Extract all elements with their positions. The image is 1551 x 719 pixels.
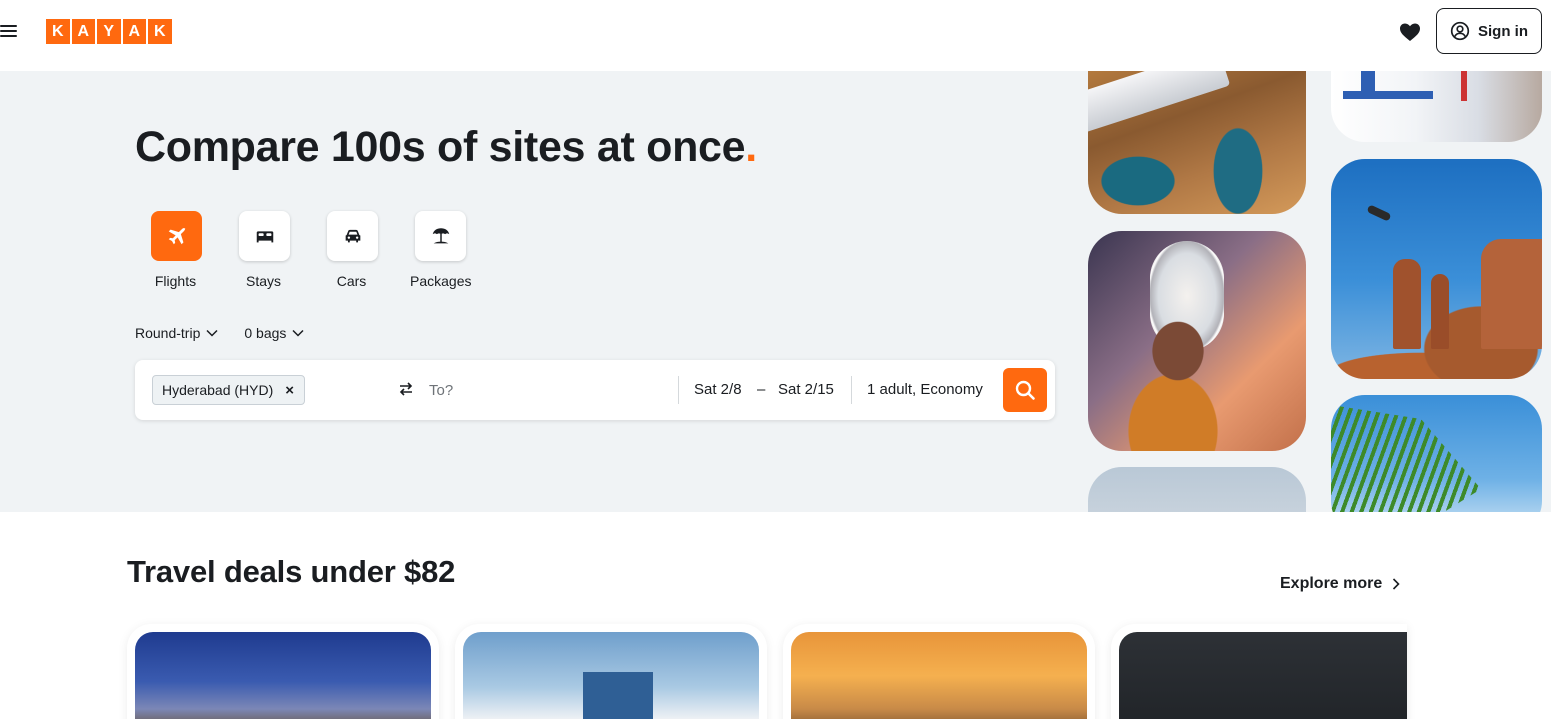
explore-more-label: Explore more	[1280, 575, 1383, 592]
beach-umbrella-icon	[415, 211, 466, 261]
kayak-logo[interactable]: K A Y A K	[46, 19, 172, 44]
tab-stays[interactable]: Stays	[238, 211, 326, 289]
desert-rock-formations-photo	[1331, 159, 1542, 379]
depart-date-field[interactable]: Sat 2/8	[694, 381, 742, 398]
travelers-cabin-field[interactable]: 1 adult, Economy	[867, 381, 983, 398]
tab-packages[interactable]: Packages	[410, 211, 502, 289]
tab-label: Stays	[245, 273, 281, 289]
sky-photo	[1088, 467, 1306, 512]
date-separator: –	[757, 381, 766, 398]
deal-card[interactable]	[455, 624, 767, 719]
flight-search-form: Hyderabad (HYD) × Sat 2/8 – Sat 2/15 1 a…	[135, 360, 1055, 420]
bags-value: 0 bags	[244, 325, 287, 341]
child-at-airplane-window-photo	[1088, 231, 1306, 451]
logo-letter: K	[148, 19, 172, 44]
divider	[851, 376, 852, 404]
sunset-hills-photo	[791, 632, 1087, 719]
destination-input[interactable]	[429, 375, 669, 405]
deals-heading: Travel deals under $82	[127, 554, 456, 589]
title-accent-dot: .	[745, 123, 757, 171]
car-icon	[327, 211, 378, 261]
airplane-wing-river-photo	[1088, 71, 1306, 214]
deal-card[interactable]	[783, 624, 1095, 719]
trip-type-value: Round-trip	[135, 325, 201, 341]
city-skyline-photo	[135, 632, 431, 719]
bags-dropdown[interactable]: 0 bags	[244, 325, 304, 341]
tab-cars[interactable]: Cars	[326, 211, 414, 289]
tab-label: Flights	[154, 273, 197, 289]
search-icon	[1015, 380, 1035, 400]
trip-options: Round-trip 0 bags	[135, 325, 304, 341]
deal-card[interactable]	[1111, 624, 1407, 719]
chevron-down-icon	[206, 329, 218, 337]
heart-icon[interactable]	[1398, 20, 1422, 44]
sign-in-button[interactable]: Sign in	[1436, 8, 1542, 54]
vertical-tabs: Flights Stays Cars Packages	[150, 211, 502, 289]
hero-title: Compare 100s of sites at once.	[135, 123, 757, 171]
swap-icon[interactable]	[397, 380, 415, 398]
divider	[678, 376, 679, 404]
remove-origin-button[interactable]: ×	[285, 382, 294, 399]
logo-letter: A	[122, 19, 146, 44]
bed-icon	[239, 211, 290, 261]
dark-promo-photo	[1119, 632, 1407, 719]
trip-type-dropdown[interactable]: Round-trip	[135, 325, 218, 341]
palm-leaf-sky-photo	[1331, 395, 1542, 512]
return-date-field[interactable]: Sat 2/15	[778, 381, 834, 398]
search-button[interactable]	[1003, 368, 1047, 412]
sign-in-label: Sign in	[1478, 22, 1528, 40]
origin-value: Hyderabad (HYD)	[162, 382, 274, 398]
white-houses-street-photo	[1331, 71, 1542, 142]
top-header: K A Y A K Sign in	[0, 0, 1551, 71]
hamburger-menu-icon[interactable]	[0, 22, 20, 40]
logo-letter: A	[71, 19, 95, 44]
origin-chip[interactable]: Hyderabad (HYD) ×	[152, 375, 306, 405]
logo-letter: K	[46, 19, 70, 44]
deal-card[interactable]	[127, 624, 439, 719]
tab-label: Cars	[336, 273, 367, 289]
chevron-down-icon	[292, 329, 304, 337]
explore-more-link[interactable]: Explore more	[1280, 575, 1400, 593]
plane-icon	[151, 211, 202, 261]
tab-flights[interactable]: Flights	[150, 211, 238, 289]
logo-letter: Y	[97, 19, 121, 44]
tab-label: Packages	[410, 273, 472, 289]
office-buildings-photo	[463, 632, 759, 719]
user-circle-icon	[1450, 21, 1470, 41]
chevron-right-icon	[1393, 578, 1400, 590]
hero-section: Compare 100s of sites at once. Flights S…	[0, 71, 1551, 512]
